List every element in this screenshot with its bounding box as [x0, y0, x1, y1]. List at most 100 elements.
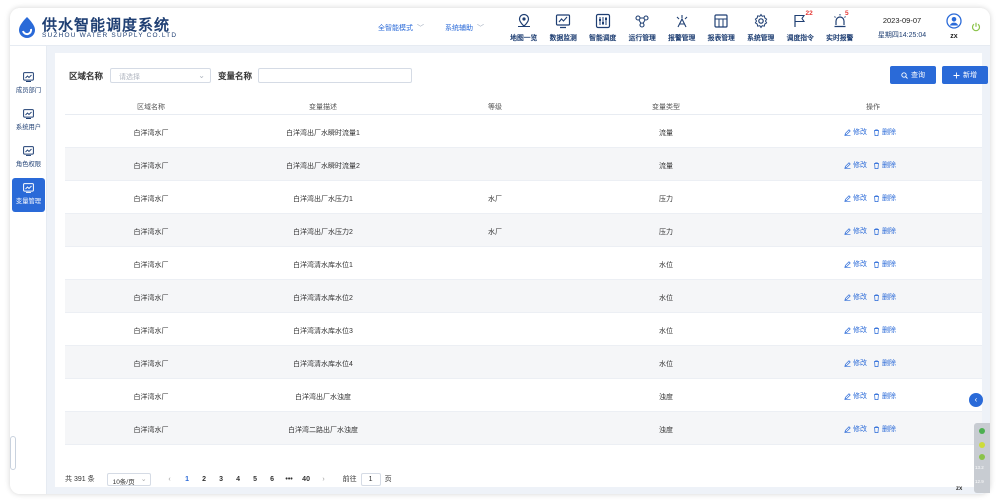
page-ellipsis[interactable]: ••• — [282, 476, 297, 483]
sidebar-item-variables[interactable]: 变量管理 — [12, 178, 45, 212]
nav-map[interactable]: 地图一览 — [504, 10, 544, 44]
edit-button[interactable]: 修改 — [844, 226, 867, 236]
status-dot-icon — [979, 454, 985, 460]
variable-name-input[interactable] — [258, 68, 412, 83]
collapse-panel-button[interactable]: ‹ — [969, 393, 983, 407]
user-menu[interactable]: zx — [945, 13, 963, 40]
page-number[interactable]: 5 — [248, 476, 263, 483]
sidebar-item-users[interactable]: 系统用户 — [12, 104, 45, 138]
edit-button[interactable]: 修改 — [844, 325, 867, 335]
edit-button[interactable]: 修改 — [844, 358, 867, 368]
trash-icon — [874, 326, 879, 334]
region-placeholder: 请选择 — [119, 74, 140, 81]
chevron-down-icon: ﹀ — [417, 25, 424, 32]
next-page-button[interactable]: › — [318, 476, 330, 483]
alarm-badge: 5 — [845, 10, 849, 17]
table-row: 白洋湾水厂 白洋湾清水库水位3 水位 修改 删除 — [65, 313, 982, 346]
query-button[interactable]: 查询 — [890, 66, 936, 84]
nav-report[interactable]: 报表管理 — [702, 10, 742, 44]
row-actions: 修改 删除 — [844, 127, 896, 137]
row-actions: 修改 删除 — [844, 391, 896, 401]
delete-button[interactable]: 删除 — [873, 160, 896, 170]
edit-button[interactable]: 修改 — [844, 127, 867, 137]
delete-button[interactable]: 删除 — [873, 292, 896, 302]
user-name: zx — [950, 33, 958, 40]
dispatch-sliders-icon — [595, 13, 610, 29]
map-pin-icon — [517, 13, 530, 27]
delete-button[interactable]: 删除 — [873, 127, 896, 137]
mode-assist[interactable]: 系统辅助 ﹀ — [445, 23, 484, 33]
page-size-select[interactable]: 10条/页 ⌄ — [106, 472, 151, 486]
gear-icon — [754, 13, 768, 29]
edit-button[interactable]: 修改 — [844, 160, 867, 170]
edit-button[interactable]: 修改 — [844, 391, 867, 401]
edit-label: 修改 — [853, 360, 867, 367]
sidebar-item-label: 变量管理 — [15, 198, 42, 205]
edit-button[interactable]: 修改 — [844, 424, 867, 434]
delete-button[interactable]: 删除 — [873, 325, 896, 335]
delete-button[interactable]: 删除 — [873, 226, 896, 236]
cell-description: 白洋湾出厂水压力2 — [293, 229, 353, 236]
edit-label: 修改 — [853, 129, 867, 136]
nav-dispatch[interactable]: 智能调度 — [583, 10, 623, 44]
cell-type: 浊度 — [659, 427, 673, 434]
prev-page-button[interactable]: ‹ — [164, 476, 176, 483]
chevron-down-icon: ⌄ — [140, 475, 147, 483]
nav-alarm-manage[interactable]: 报警管理 — [662, 10, 702, 44]
delete-button[interactable]: 删除 — [873, 391, 896, 401]
goto-page: 前往 1 页 — [343, 472, 392, 486]
status-dot-icon — [979, 428, 985, 434]
delete-button[interactable]: 删除 — [873, 193, 896, 203]
delete-label: 删除 — [882, 228, 896, 235]
sidebar-item-roles[interactable]: 角色权限 — [12, 141, 45, 175]
add-label: 新增 — [963, 72, 977, 79]
sidebar-item-departments[interactable]: 成员部门 — [12, 67, 45, 101]
goto-page-input[interactable]: 1 — [360, 472, 381, 486]
edit-pencil-icon — [844, 194, 851, 202]
sidebar-drag-handle[interactable] — [10, 436, 16, 470]
edit-button[interactable]: 修改 — [844, 292, 867, 302]
mode-full-smart[interactable]: 全智能模式 ﹀ — [378, 23, 424, 33]
cell-region: 白洋湾水厂 — [133, 328, 169, 335]
edit-button[interactable]: 修改 — [844, 259, 867, 269]
network-nodes-icon — [635, 15, 649, 28]
variable-label: 变量名称 — [218, 71, 253, 81]
nav-operation[interactable]: 运行管理 — [623, 10, 663, 44]
table-row: 白洋湾水厂 白洋湾出厂水瞬时流量1 流量 修改 删除 — [65, 115, 982, 148]
edit-pencil-icon — [844, 260, 851, 268]
edit-label: 修改 — [853, 162, 867, 169]
delete-button[interactable]: 删除 — [873, 424, 896, 434]
cell-region: 白洋湾水厂 — [133, 163, 169, 170]
nav-system[interactable]: 系统管理 — [741, 10, 781, 44]
cell-type: 流量 — [659, 130, 673, 137]
page-number[interactable]: 3 — [214, 476, 229, 483]
trash-icon — [874, 392, 879, 400]
page-number[interactable]: 6 — [265, 476, 280, 483]
delete-button[interactable]: 删除 — [873, 358, 896, 368]
power-icon[interactable] — [971, 22, 981, 32]
nav-realtime-alarm[interactable]: 实时报警 5 — [820, 10, 860, 44]
cell-type: 水位 — [659, 361, 673, 368]
nav-monitor[interactable]: 数据监测 — [544, 10, 584, 44]
trash-icon — [874, 227, 879, 235]
total-count: 共 391 条 — [65, 476, 95, 483]
cell-region: 白洋湾水厂 — [133, 196, 169, 203]
status-dot-icon — [979, 442, 985, 448]
cell-description: 白洋湾清水库水位3 — [293, 328, 353, 335]
page-number[interactable]: 40 — [299, 476, 314, 483]
column-header-description: 变量描述 — [309, 104, 337, 111]
page-number[interactable]: 1 — [180, 476, 195, 483]
region-select[interactable]: 请选择 ⌄ — [110, 68, 211, 83]
page-number[interactable]: 4 — [231, 476, 246, 483]
trash-icon — [874, 260, 879, 268]
edit-button[interactable]: 修改 — [844, 193, 867, 203]
cell-description: 白洋湾出厂水压力1 — [293, 196, 353, 203]
add-button[interactable]: 新增 — [942, 66, 988, 84]
cell-region: 白洋湾水厂 — [133, 427, 169, 434]
page-number[interactable]: 2 — [197, 476, 212, 483]
nav-command[interactable]: 调度指令 22 — [781, 10, 821, 44]
trash-icon — [874, 359, 879, 367]
delete-button[interactable]: 删除 — [873, 259, 896, 269]
chevron-down-icon: ﹀ — [477, 25, 484, 32]
floating-status-bar[interactable]: 13.2 12.9 — [974, 423, 990, 493]
